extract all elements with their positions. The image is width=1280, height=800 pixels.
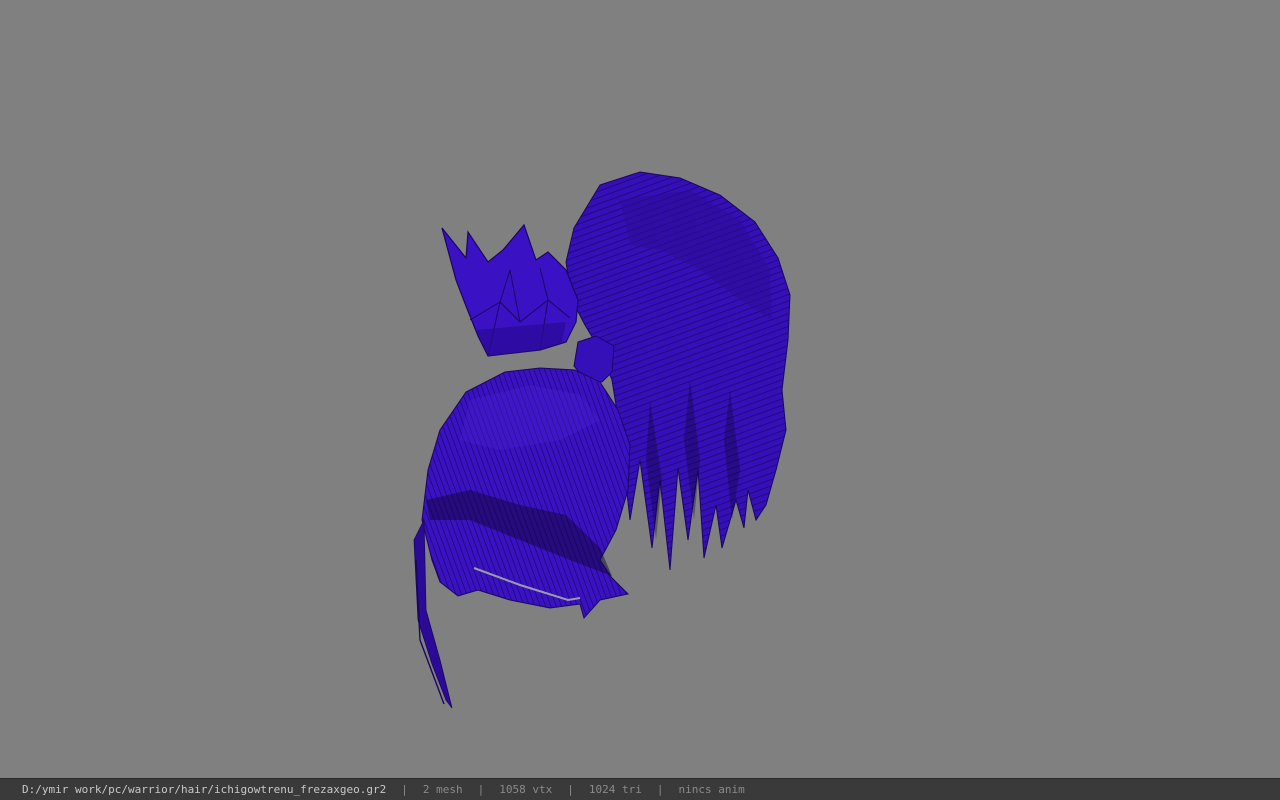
crown-ornament-mesh [441, 223, 579, 357]
bun-mesh [421, 367, 631, 620]
mesh-count-label: 2 mesh [422, 783, 463, 796]
status-separator: | [567, 783, 574, 796]
status-separator: | [401, 783, 408, 796]
animation-status-label: nincs anim [678, 783, 745, 796]
status-separator: | [656, 783, 664, 796]
status-bar: D:/ymir work/pc/warrior/hair/ichigowtren… [0, 778, 1280, 800]
status-separator: | [477, 783, 485, 796]
hair-model-render[interactable] [0, 0, 1280, 778]
vertex-count-label: 1058 vtx [499, 783, 553, 796]
3d-viewport[interactable] [0, 0, 1280, 778]
file-path-label: D:/ymir work/pc/warrior/hair/ichigowtren… [22, 783, 387, 796]
triangle-count-label: 1024 tri [588, 783, 642, 796]
